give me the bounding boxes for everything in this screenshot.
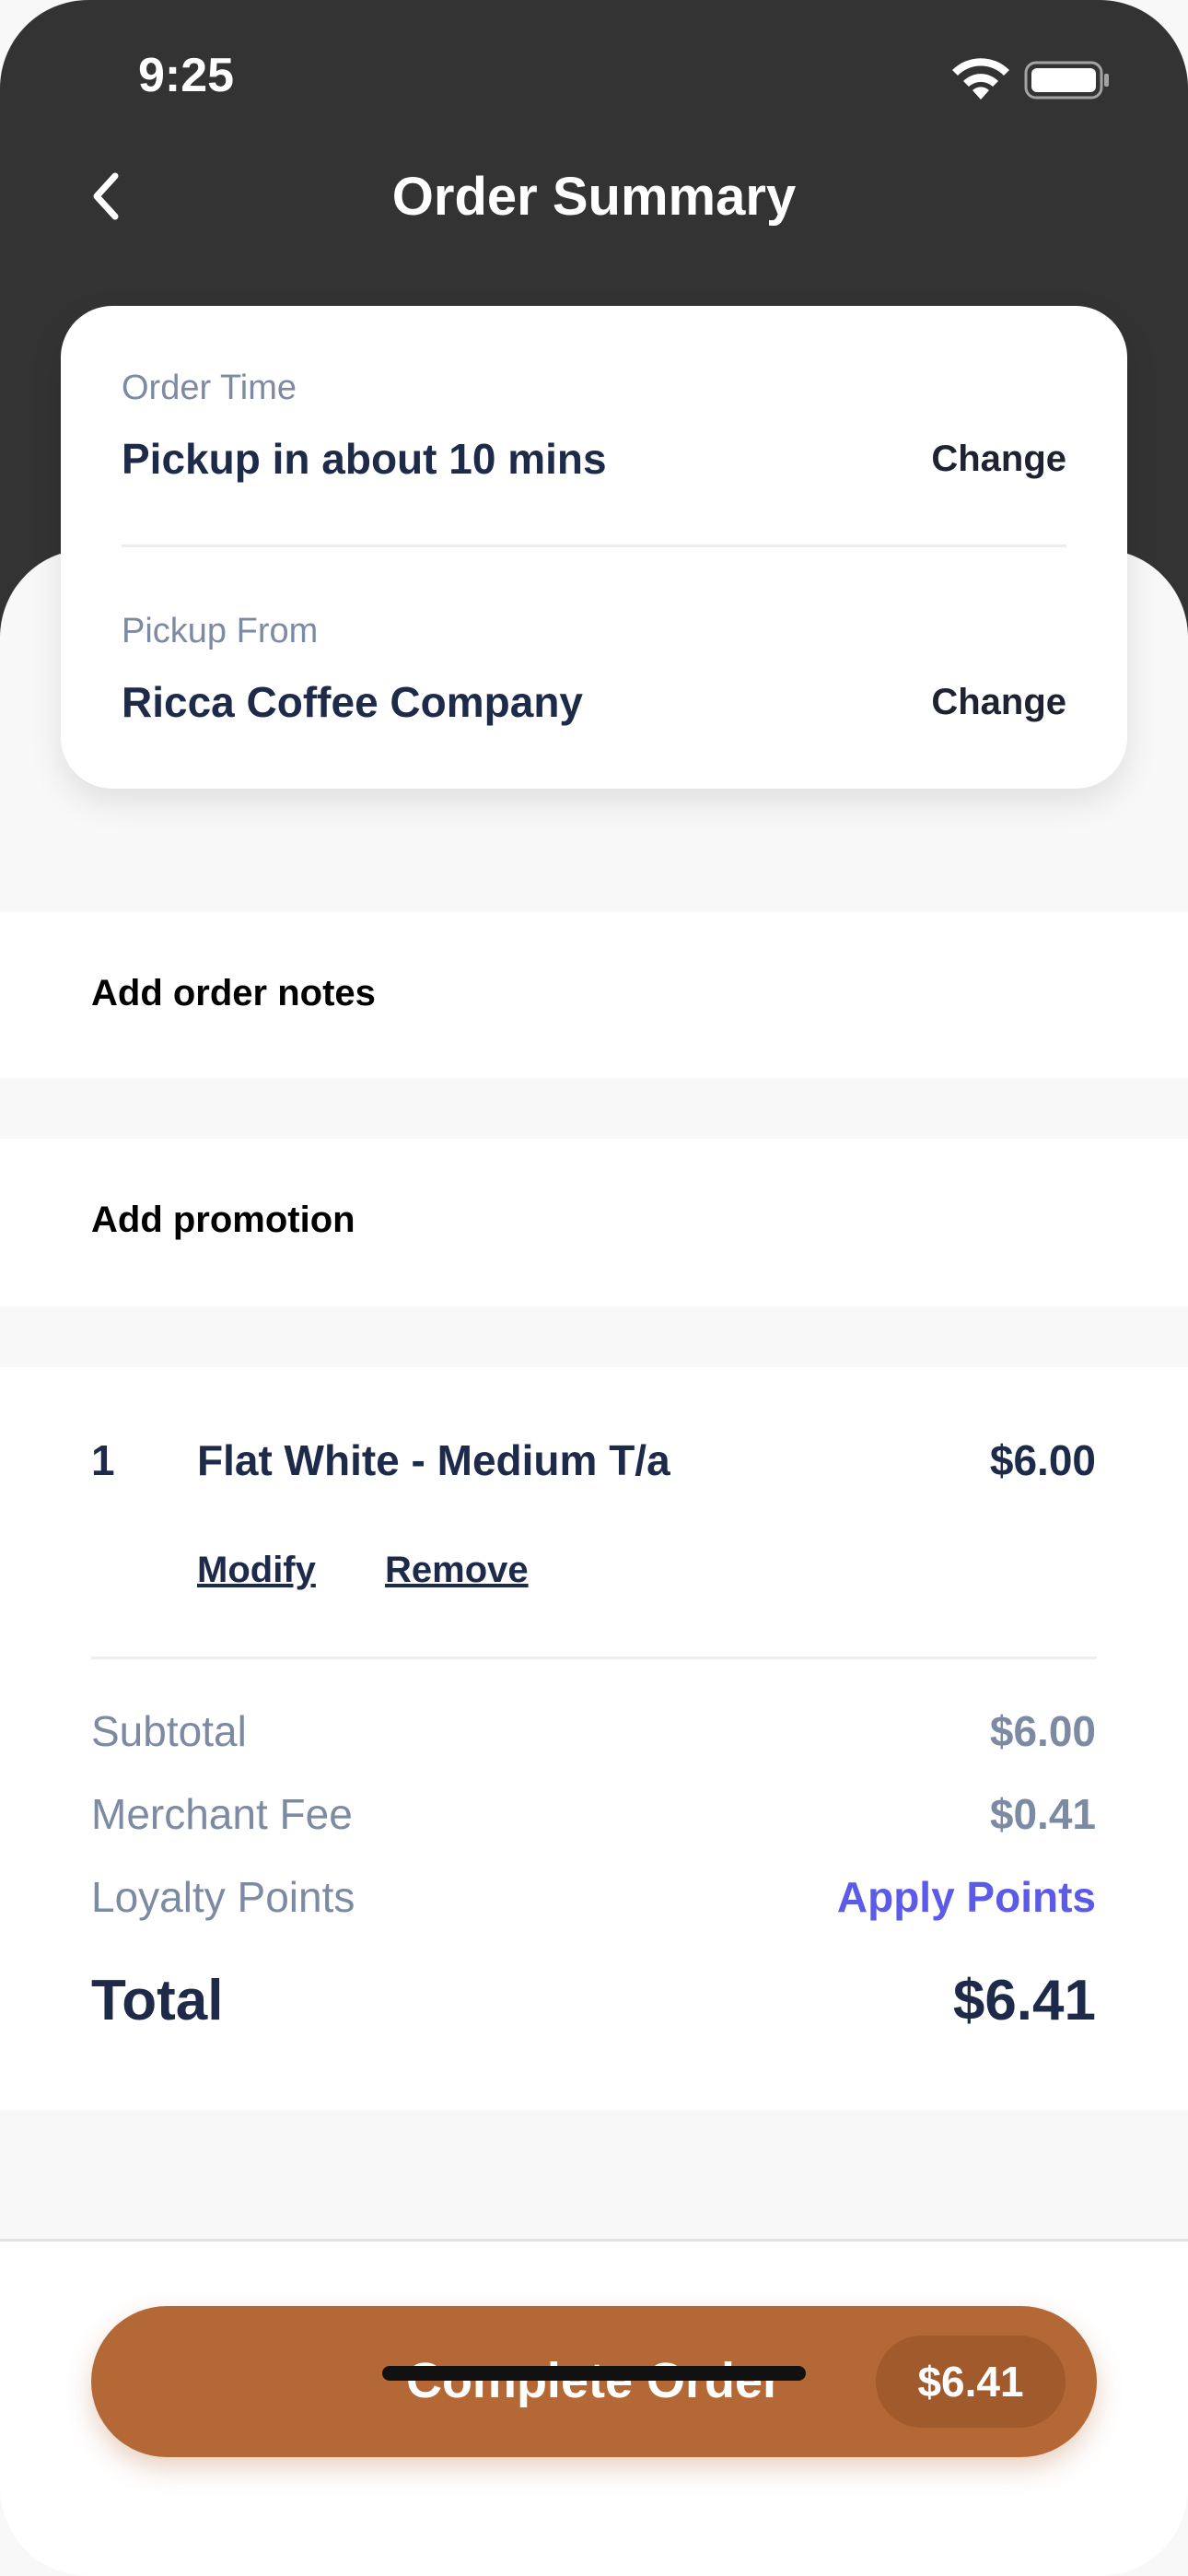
order-divider: [91, 1657, 1097, 1659]
order-items-section: 1 Flat White - Medium T/a $6.00 Modify R…: [0, 1367, 1188, 2110]
pickup-from-label: Pickup From: [122, 612, 319, 650]
pickup-from-value: Ricca Coffee Company: [122, 678, 584, 726]
add-order-notes-row[interactable]: Add order notes: [0, 912, 1188, 1078]
footer-bar: Complete Order $6.41: [0, 2239, 1188, 2576]
battery-icon: [1024, 61, 1109, 100]
order-time-row: Order Time Pickup in about 10 mins Chang…: [122, 369, 1066, 484]
item-price: $6.00: [989, 1436, 1096, 1484]
loyalty-points-label: Loyalty Points: [91, 1873, 355, 1921]
total-row: Total $6.41: [91, 1968, 1096, 2042]
add-promotion-label: Add promotion: [91, 1200, 355, 1240]
complete-order-button[interactable]: Complete Order $6.41: [91, 2306, 1097, 2457]
card-divider: [122, 544, 1066, 547]
subtotal-row: Subtotal $6.00: [91, 1706, 1096, 1762]
item-name: Flat White - Medium T/a: [197, 1436, 670, 1484]
page-title: Order Summary: [391, 167, 797, 227]
order-summary-screen: 9:25 Order Summary Order Time Pickup in …: [0, 0, 1188, 2576]
change-pickup-location-button[interactable]: Change: [931, 682, 1066, 723]
order-time-label: Order Time: [122, 369, 297, 407]
merchant-fee-value: $0.41: [989, 1790, 1096, 1838]
order-time-value: Pickup in about 10 mins: [122, 435, 607, 483]
total-label: Total: [91, 1969, 224, 2032]
total-value: $6.41: [952, 1969, 1096, 2032]
wifi-icon: [952, 58, 1009, 100]
merchant-fee-row: Merchant Fee $0.41: [91, 1789, 1096, 1844]
change-order-time-button[interactable]: Change: [931, 439, 1066, 480]
pickup-from-row: Pickup From Ricca Coffee Company Change: [122, 612, 1066, 727]
home-indicator: [382, 2366, 806, 2381]
order-amount-badge: $6.41: [876, 2336, 1066, 2428]
remove-item-link[interactable]: Remove: [385, 1550, 529, 1591]
loyalty-points-row: Loyalty Points Apply Points: [91, 1872, 1096, 1927]
add-order-notes-label: Add order notes: [91, 973, 376, 1013]
apply-points-link[interactable]: Apply Points: [837, 1872, 1096, 1922]
subtotal-label: Subtotal: [91, 1707, 247, 1755]
add-promotion-row[interactable]: Add promotion: [0, 1139, 1188, 1306]
item-quantity: 1: [91, 1436, 115, 1484]
subtotal-value: $6.00: [989, 1707, 1096, 1755]
order-details-card: Order Time Pickup in about 10 mins Chang…: [61, 306, 1127, 789]
status-time: 9:25: [138, 49, 235, 102]
modify-item-link[interactable]: Modify: [197, 1550, 316, 1591]
merchant-fee-label: Merchant Fee: [91, 1790, 353, 1838]
